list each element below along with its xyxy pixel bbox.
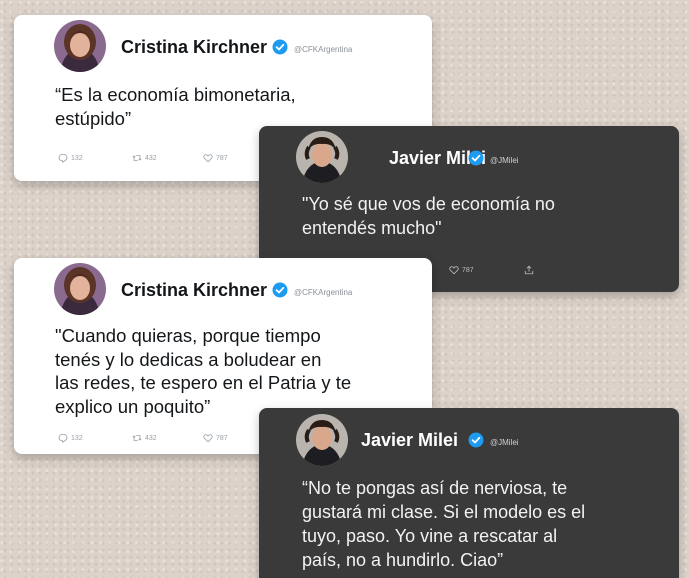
reply-icon <box>58 153 68 163</box>
reply-count: 132 <box>71 154 83 162</box>
like-icon <box>449 266 459 275</box>
avatar-cristina[interactable] <box>54 20 106 72</box>
reply-count: 132 <box>71 434 83 442</box>
author-handle[interactable]: @CFKArgentina <box>294 288 352 297</box>
reply-icon <box>58 433 68 443</box>
verified-badge-icon <box>468 432 484 448</box>
author-handle[interactable]: @JMilei <box>490 156 519 165</box>
like-icon <box>203 154 213 163</box>
tweet-text-line: estúpido” <box>55 107 132 129</box>
retweet-icon <box>132 435 142 441</box>
like-count: 787 <box>462 266 474 274</box>
reply-button[interactable]: 132 <box>58 433 83 443</box>
like-button[interactable]: 787 <box>203 153 228 163</box>
tweet-actions: 787 <box>449 265 649 277</box>
author-handle[interactable]: @JMilei <box>490 438 519 447</box>
like-button[interactable]: 787 <box>203 433 228 443</box>
retweet-count: 432 <box>145 154 157 162</box>
reply-button[interactable]: 132 <box>58 153 83 163</box>
tweet-text-line: "Yo sé que vos de economía no <box>302 194 555 214</box>
retweet-icon <box>132 155 142 161</box>
avatar-milei[interactable] <box>296 131 348 183</box>
like-count: 787 <box>216 434 228 442</box>
tweet-text-line: entendés mucho" <box>302 218 442 238</box>
retweet-button[interactable]: 432 <box>132 153 157 163</box>
tweet-text-line: las redes, te espero en el Patria y te <box>55 372 352 393</box>
retweet-count: 432 <box>145 434 157 442</box>
like-count: 787 <box>216 154 228 162</box>
tweet-text-line: gustará mi clase. Si el modelo es el <box>302 502 586 522</box>
share-button[interactable] <box>524 265 534 275</box>
tweet-text-line: “Es la economía bimonetaria, <box>55 84 296 105</box>
avatar-cristina[interactable] <box>54 263 106 315</box>
author-handle[interactable]: @CFKArgentina <box>294 45 352 54</box>
tweet-text-line: “No te pongas así de nerviosa, te <box>302 478 568 498</box>
tweet-text: "Yo sé que vos de economía no entendés m… <box>302 192 555 240</box>
tweet-text-line: tuyo, paso. Yo vine a rescatar al <box>302 526 558 546</box>
author-name[interactable]: Cristina Kirchner <box>121 280 267 301</box>
verified-badge-icon <box>468 150 484 166</box>
tweet-text: “No te pongas así de nerviosa, te gustar… <box>302 476 585 572</box>
retweet-button[interactable]: 432 <box>132 433 157 443</box>
tweet-text: “Es la economía bimonetaria, estúpido” <box>55 83 296 130</box>
like-icon <box>203 434 213 443</box>
tweet-text-line: país, no a hundirlo. Ciao” <box>302 550 504 570</box>
author-name[interactable]: Cristina Kirchner <box>121 37 267 58</box>
avatar-milei[interactable] <box>296 414 348 466</box>
tweet-text-line: "Cuando quieras, porque tiempo <box>55 325 321 346</box>
tweet-text-line: tenés y lo dedicas a boludear en <box>55 348 322 370</box>
like-button[interactable]: 787 <box>449 265 474 275</box>
tweet-text: "Cuando quieras, porque tiempo tenés y l… <box>55 324 351 418</box>
verified-badge-icon <box>272 39 288 55</box>
share-icon <box>524 265 534 275</box>
verified-badge-icon <box>272 282 288 298</box>
tweet-card-milei-2[interactable]: Javier Milei @JMilei “No te pongas así d… <box>259 408 679 578</box>
author-name[interactable]: Javier Milei <box>361 430 458 451</box>
